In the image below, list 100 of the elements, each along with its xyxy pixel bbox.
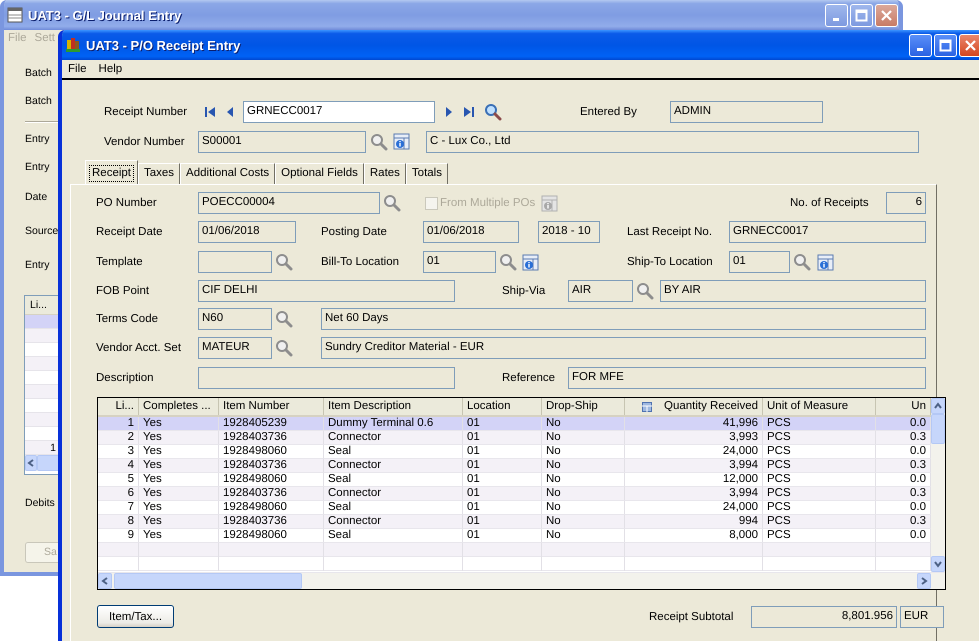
app-icon[interactable] [65,37,81,53]
scroll-thumb[interactable] [37,455,60,471]
minimize-button[interactable] [825,4,848,26]
field-label: From Multiple POs [440,197,536,209]
search-icon[interactable] [275,253,293,271]
maximize-icon[interactable] [855,8,868,22]
search-icon[interactable] [793,253,811,271]
table-row[interactable]: 3 Yes 1928498060 Seal 01 No 24,000 PCS 0.0 [98,445,931,459]
close-icon[interactable] [964,38,977,52]
table-row[interactable] [25,385,60,399]
vertical-scrollbar[interactable] [931,398,945,572]
info-card-icon[interactable] [393,133,410,150]
close-button[interactable] [959,34,979,56]
maximize-button[interactable] [850,4,873,26]
input-field[interactable]: 01/06/2018 [423,221,519,243]
input-field[interactable]: AIR [568,280,633,302]
input-field[interactable]: 8,801.956 [751,606,897,628]
column-header[interactable]: Location [463,398,542,415]
table-row[interactable]: 1 Yes 1928405239 Dummy Terminal 0.6 01 No 41,996 PCS 0.0 [98,417,931,431]
field-label: Entry [25,161,50,173]
input-field[interactable]: GRNECC0017 [729,221,926,243]
scroll-right-button[interactable] [917,573,931,589]
column-header[interactable]: Li... [98,398,139,415]
field-label: Bill-To Location [321,256,400,268]
input-field[interactable]: POECC00004 [198,192,380,214]
search-icon[interactable] [370,132,388,150]
input-field[interactable] [198,367,455,389]
table-row[interactable] [25,329,60,343]
field-label: No. of Receipts [790,197,870,209]
input-field[interactable]: GRNECC0017 [243,101,435,123]
table-row[interactable]: 1 [25,441,60,455]
maximize-icon[interactable] [939,38,952,52]
tab[interactable]: Totals [406,163,448,184]
table-row[interactable] [25,315,60,329]
horizontal-scrollbar[interactable] [98,572,945,589]
search-icon[interactable] [484,103,502,121]
search-icon[interactable] [636,282,654,300]
minimize-button[interactable] [909,34,932,56]
input-field[interactable]: C - Lux Co., Ltd [426,130,919,152]
column-header[interactable]: Unit of Measure [763,398,876,415]
input-field[interactable]: 01 [729,251,790,273]
table-row[interactable]: 7 Yes 1928498060 Seal 01 No 24,000 PCS 0.0 [98,501,931,515]
tab[interactable]: Additional Costs [180,163,276,184]
grid-icon[interactable] [642,402,652,412]
table-row[interactable]: 4 Yes 1928403736 Connector 01 No 3,994 PCS 0.3 [98,459,931,473]
input-field[interactable]: CIF DELHI [198,280,455,302]
input-field[interactable]: 6 [886,192,926,214]
table-row[interactable] [25,357,60,371]
column-header[interactable]: Item Description [324,398,463,415]
menu-item[interactable]: File [62,63,93,75]
table-row[interactable]: 5 Yes 1928498060 Seal 01 No 12,000 PCS 0.0 [98,473,931,487]
scroll-up-button[interactable] [931,398,945,414]
window-icon[interactable] [7,7,23,23]
tab[interactable]: Receipt [85,160,138,184]
input-field[interactable]: S00001 [198,130,366,152]
scroll-left-button[interactable] [25,455,38,471]
field-label: Receipt Date [96,226,164,238]
search-icon[interactable] [275,310,293,328]
input-field[interactable]: FOR MFE [568,367,926,389]
input-field[interactable]: 01/06/2018 [198,221,296,243]
skip-end-icon[interactable] [462,105,476,119]
input-field[interactable]: 01 [423,251,496,273]
input-field[interactable] [198,251,272,273]
tab[interactable]: Optional Fields [275,163,364,184]
input-field[interactable]: BY AIR [660,280,926,302]
scroll-down-button[interactable] [931,556,945,572]
input-field[interactable]: MATEUR [198,337,272,359]
input-field[interactable]: ADMIN [670,101,823,123]
table-row[interactable]: 9 Yes 1928498060 Seal 01 No 8,000 PCS 0.0 [98,529,931,543]
field-label: Entry [25,259,50,271]
search-icon[interactable] [383,194,401,212]
table-row[interactable] [25,413,60,427]
column-header[interactable]: Item Number [219,398,324,415]
item-tax-button[interactable]: Item/Tax... [97,605,174,628]
scroll-thumb[interactable] [114,573,302,589]
table-row[interactable]: 6 Yes 1928403736 Connector 01 No 3,994 PCS 0.3 [98,487,931,501]
input-field[interactable]: Net 60 Days [321,308,926,330]
table-row[interactable]: 2 Yes 1928403736 Connector 01 No 3,993 PCS 0.3 [98,431,931,445]
tab[interactable]: Taxes [138,163,180,184]
skip-start-icon[interactable] [203,105,217,119]
column-header[interactable]: Li... [25,296,60,315]
info-card-icon[interactable] [817,254,834,270]
input-field[interactable]: N60 [198,308,272,330]
input-field[interactable]: 2018 - 10 [538,221,600,243]
column-header[interactable]: Drop-Ship [542,398,625,415]
column-header[interactable]: Quantity Received [664,398,758,415]
scroll-left-button[interactable] [98,573,112,589]
info-card-icon[interactable] [522,254,539,270]
close-button[interactable] [875,4,898,26]
search-icon[interactable] [499,253,517,271]
tab[interactable]: Rates [364,163,406,184]
input-field[interactable]: EUR [900,606,944,628]
scroll-thumb[interactable] [931,414,945,444]
maximize-button[interactable] [934,34,957,56]
input-field[interactable]: Sundry Creditor Material - EUR [321,337,926,359]
close-icon[interactable] [880,8,893,22]
column-header[interactable]: Completes ... [139,398,219,415]
table-row[interactable]: 8 Yes 1928403736 Connector 01 No 994 PCS 0.3 [98,515,931,529]
menu-item[interactable]: Help [92,63,128,75]
search-icon[interactable] [275,339,293,357]
